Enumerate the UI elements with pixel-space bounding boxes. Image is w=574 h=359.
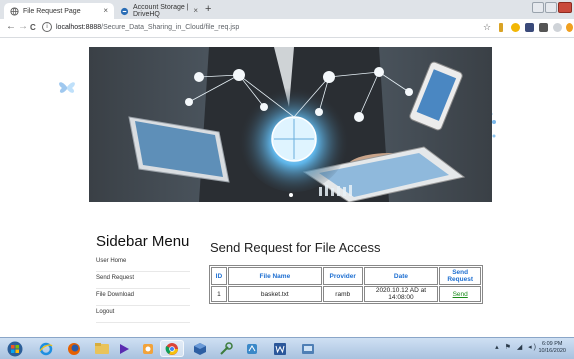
- drivehq-icon: [120, 7, 129, 15]
- tools-icon: [220, 341, 233, 355]
- close-window-button[interactable]: [558, 2, 572, 13]
- clock-time: 6:09 PM: [541, 341, 563, 347]
- cell-action: Send: [439, 286, 481, 302]
- tab-file-request[interactable]: File Request Page ×: [4, 3, 114, 19]
- cube-icon: [194, 342, 206, 355]
- app-icon: [143, 343, 153, 354]
- taskbar-app3-button[interactable]: [296, 340, 320, 357]
- bookmark-star-icon[interactable]: ☆: [483, 22, 491, 33]
- taskbar-word-button[interactable]: [268, 340, 292, 357]
- profile-avatar-icon[interactable]: [553, 23, 562, 32]
- maximize-window-button[interactable]: [545, 2, 557, 13]
- address-bar[interactable]: i localhost:8888/Secure_Data_Sharing_in_…: [42, 22, 239, 32]
- windows-start-icon: [7, 341, 23, 356]
- sidebar-item-send-request[interactable]: Send Request: [96, 272, 190, 289]
- column-header-file-name: File Name: [227, 267, 322, 285]
- taskbar-clock[interactable]: 6:09 PM 10/16/2020: [538, 341, 566, 355]
- column-header-send-request: Send Request: [439, 267, 481, 285]
- back-button[interactable]: ←: [6, 21, 16, 32]
- taskbar-virtualbox-button[interactable]: [188, 340, 212, 357]
- media-player-icon: [120, 343, 129, 354]
- browser-tab-strip: File Request Page × Account Storage | Dr…: [0, 0, 574, 19]
- sidebar-item-logout[interactable]: Logout: [96, 306, 190, 323]
- column-header-provider: Provider: [322, 267, 363, 285]
- app-icon: [302, 343, 314, 354]
- info-icon: i: [42, 22, 52, 32]
- app-icon: [247, 343, 257, 354]
- sidebar-title: Sidebar Menu: [96, 233, 190, 250]
- new-tab-button[interactable]: +: [205, 3, 211, 15]
- extension-icon[interactable]: [525, 23, 534, 32]
- sidebar-menu: User Home Send Request File Download Log…: [96, 255, 190, 323]
- column-header-date: Date: [363, 267, 439, 285]
- url-host: localhost:8888: [56, 23, 102, 31]
- tab-account-storage[interactable]: Account Storage | DriveHQ ×: [114, 3, 204, 19]
- extension-icon[interactable]: [511, 23, 520, 32]
- taskbar-ie-button[interactable]: [34, 340, 58, 357]
- sidebar-item-user-home[interactable]: User Home: [96, 255, 190, 272]
- taskbar-media-button[interactable]: [112, 340, 136, 357]
- url-path: /Secure_Data_Sharing_in_Cloud/file_req.j…: [101, 23, 240, 31]
- close-tab-icon[interactable]: ×: [193, 6, 198, 15]
- cell-file-name: basket.txt: [227, 286, 322, 302]
- table-header-row: ID File Name Provider Date Send Request: [211, 267, 481, 285]
- internet-explorer-icon: [39, 342, 53, 355]
- reload-button[interactable]: C: [30, 23, 36, 32]
- forward-button[interactable]: →: [18, 21, 28, 32]
- word-icon: [274, 342, 286, 355]
- browser-toolbar: ← → C i localhost:8888/Secure_Data_Shari…: [0, 19, 574, 38]
- tab-title: File Request Page: [23, 7, 81, 15]
- windows-taskbar: ▴ ⚑ ◢ ◂) 6:09 PM 10/16/2020: [0, 337, 574, 359]
- cell-provider: ramb: [322, 286, 363, 302]
- system-tray-icons[interactable]: ▴ ⚑ ◢ ◂): [495, 343, 538, 351]
- close-tab-icon[interactable]: ×: [103, 6, 108, 15]
- minimize-window-button[interactable]: [532, 2, 544, 13]
- table-row: 1 basket.txt ramb 2020.10.12 AD at 14:08…: [211, 286, 481, 302]
- taskbar-app2-button[interactable]: [240, 340, 264, 357]
- globe-icon: [10, 6, 19, 16]
- butterfly-decoration-icon: [59, 82, 75, 93]
- taskbar-explorer-button[interactable]: [90, 340, 114, 357]
- taskbar-app-button[interactable]: [136, 340, 160, 357]
- extension-pin-icon[interactable]: [499, 23, 503, 32]
- taskbar-tool-button[interactable]: [214, 340, 238, 357]
- firefox-icon: [68, 342, 80, 355]
- folder-icon: [95, 343, 109, 354]
- cell-date: 2020.10.12 AD at 14:08:00: [363, 286, 439, 302]
- extensions-puzzle-icon[interactable]: [539, 23, 548, 32]
- cell-id: 1: [211, 286, 227, 302]
- update-icon[interactable]: [566, 23, 573, 32]
- page-title: Send Request for File Access: [210, 240, 381, 255]
- start-button[interactable]: [4, 340, 26, 357]
- file-request-table: ID File Name Provider Date Send Request …: [209, 265, 483, 304]
- chrome-icon: [165, 342, 178, 355]
- hero-banner-image: [89, 47, 492, 202]
- column-header-id: ID: [211, 267, 227, 285]
- taskbar-firefox-button[interactable]: [62, 340, 86, 357]
- send-request-link[interactable]: Send: [453, 291, 468, 298]
- sidebar-item-file-download[interactable]: File Download: [96, 289, 190, 306]
- clock-date: 10/16/2020: [538, 348, 566, 354]
- taskbar-chrome-button[interactable]: [160, 340, 184, 357]
